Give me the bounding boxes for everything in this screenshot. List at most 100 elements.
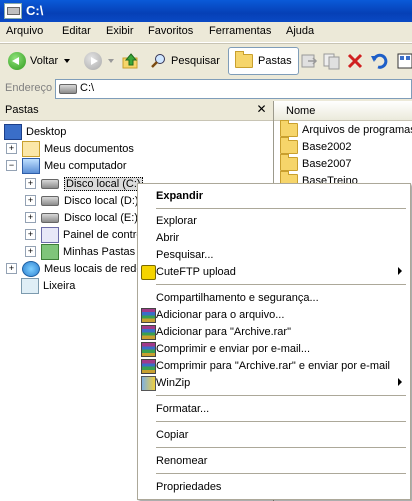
- folders-button[interactable]: Pastas: [228, 47, 299, 75]
- tree-label: Desktop: [26, 125, 67, 138]
- menu-editar[interactable]: Editar: [62, 25, 91, 37]
- tree-item-drive-d[interactable]: + Disco local (D:): [25, 192, 139, 209]
- menu-item-label: Adicionar para o arquivo...: [156, 308, 285, 321]
- close-pane-icon[interactable]: ✕: [255, 103, 268, 116]
- search-button[interactable]: Pesquisar: [151, 48, 220, 74]
- drive-icon: [41, 195, 59, 206]
- search-label: Pesquisar: [171, 55, 220, 67]
- menu-item-winzip[interactable]: WinZip: [138, 374, 410, 391]
- menu-ajuda[interactable]: Ajuda: [286, 25, 314, 37]
- collapse-icon[interactable]: −: [6, 160, 17, 171]
- folders-pane-header: Pastas ✕: [0, 101, 273, 121]
- tree-item-my-computer[interactable]: − Meu computador: [6, 157, 127, 174]
- menu-item-label: Pesquisar...: [156, 248, 214, 261]
- undo-button[interactable]: [370, 48, 388, 74]
- documents-icon: [22, 140, 40, 157]
- winrar-icon: [141, 359, 156, 374]
- menu-item-sharing-security[interactable]: Compartilhamento e segurança...: [138, 289, 410, 306]
- menu-item-label: CuteFTP upload: [156, 265, 236, 278]
- tree-item-control-panel[interactable]: + Painel de contro: [25, 226, 143, 243]
- menu-item-rename[interactable]: Renomear: [138, 452, 410, 469]
- expand-icon[interactable]: +: [6, 143, 17, 154]
- folders-pane-title: Pastas: [5, 104, 39, 116]
- window-title: C:\: [26, 3, 44, 18]
- network-icon: [22, 260, 40, 277]
- menu-item-label: Renomear: [156, 454, 208, 467]
- back-dropdown-icon[interactable]: [64, 59, 71, 63]
- drive-window-icon: [4, 3, 22, 19]
- tree-label: Minhas Pastas c: [63, 245, 144, 258]
- menu-item-explore[interactable]: Explorar: [138, 212, 410, 229]
- file-row[interactable]: Base2007: [280, 154, 352, 172]
- file-row[interactable]: Arquivos de programas: [280, 120, 412, 138]
- menu-item-open[interactable]: Abrir: [138, 229, 410, 246]
- tree-item-my-documents[interactable]: + Meus documentos: [6, 140, 134, 157]
- folder-icon: [280, 154, 298, 171]
- computer-icon: [22, 157, 40, 174]
- menu-item-properties[interactable]: Propriedades: [138, 478, 410, 495]
- menu-bar: Arquivo Editar Exibir Favoritos Ferramen…: [0, 22, 412, 43]
- up-folder-button[interactable]: [122, 48, 140, 74]
- move-to-icon: [301, 54, 318, 68]
- menu-item-add-to-archive-rar[interactable]: Adicionar para "Archive.rar": [138, 323, 410, 340]
- expand-icon[interactable]: +: [6, 263, 17, 274]
- expand-icon[interactable]: +: [25, 246, 36, 257]
- menu-favoritos[interactable]: Favoritos: [148, 25, 193, 37]
- tree-label: Painel de contro: [63, 228, 143, 241]
- tree-item-network-places[interactable]: + Meus locais de rede: [6, 260, 142, 277]
- forward-dropdown-icon[interactable]: [108, 59, 114, 63]
- submenu-arrow-icon: [398, 378, 402, 386]
- back-label: Voltar: [30, 55, 59, 67]
- address-label: Endereço: [5, 82, 53, 94]
- up-folder-icon: [122, 53, 138, 69]
- forward-button[interactable]: [84, 48, 114, 74]
- column-label: Nome: [286, 105, 316, 117]
- menu-item-format[interactable]: Formatar...: [138, 400, 410, 417]
- tree-label: Disco local (D:): [64, 194, 139, 207]
- menu-item-add-to-archive[interactable]: Adicionar para o arquivo...: [138, 306, 410, 323]
- expand-icon[interactable]: +: [25, 195, 36, 206]
- tree-item-drive-c[interactable]: + Disco local (C:): [25, 175, 143, 192]
- expand-icon[interactable]: +: [25, 178, 36, 189]
- expand-icon[interactable]: +: [25, 212, 36, 223]
- tree-label: Meus locais de rede: [44, 262, 143, 275]
- menu-item-search[interactable]: Pesquisar...: [138, 246, 410, 263]
- menu-arquivo[interactable]: Arquivo: [6, 25, 43, 37]
- tree-item-desktop[interactable]: Desktop: [4, 123, 66, 140]
- tree-item-drive-e[interactable]: + Disco local (E:): [25, 209, 138, 226]
- menu-exibir[interactable]: Exibir: [106, 25, 134, 37]
- context-menu: Expandir Explorar Abrir Pesquisar... Cut…: [137, 183, 411, 500]
- menu-item-label: Explorar: [156, 214, 197, 227]
- menu-item-compress-rar-email[interactable]: Comprimir para "Archive.rar" e enviar po…: [138, 357, 410, 374]
- winrar-icon: [141, 308, 156, 323]
- tree-item-recycle-bin[interactable]: Lixeira: [21, 277, 75, 294]
- menu-item-label: Abrir: [156, 231, 180, 244]
- control-panel-icon: [41, 226, 59, 243]
- menu-item-expand[interactable]: Expandir: [138, 187, 410, 204]
- menu-item-copy[interactable]: Copiar: [138, 426, 410, 443]
- copy-to-button[interactable]: [323, 48, 341, 74]
- expand-icon[interactable]: +: [25, 229, 36, 240]
- submenu-arrow-icon: [398, 267, 402, 275]
- tree-item-shared-folders[interactable]: + Minhas Pastas c: [25, 243, 144, 260]
- title-bar: C:\: [0, 0, 412, 22]
- menu-separator: [156, 421, 406, 422]
- file-name: Base2007: [302, 158, 352, 170]
- drive-icon: [41, 178, 59, 189]
- back-button[interactable]: Voltar: [8, 48, 71, 74]
- drive-icon: [59, 84, 77, 94]
- winzip-icon: [141, 376, 156, 391]
- delete-button[interactable]: [347, 48, 363, 74]
- menu-item-compress-email[interactable]: Comprimir e enviar por e-mail...: [138, 340, 410, 357]
- address-input[interactable]: C:\: [55, 79, 412, 99]
- move-to-button[interactable]: [300, 48, 318, 74]
- tree-label: Disco local (E:): [64, 211, 138, 224]
- views-button[interactable]: [397, 48, 412, 74]
- file-row[interactable]: Base2002: [280, 137, 352, 155]
- menu-ferramentas[interactable]: Ferramentas: [209, 25, 271, 37]
- menu-item-cuteftp-upload[interactable]: CuteFTP upload: [138, 263, 410, 280]
- tree-label: Lixeira: [43, 279, 76, 292]
- folder-icon: [280, 120, 298, 137]
- menu-separator: [156, 208, 406, 209]
- name-column-header[interactable]: Nome: [274, 101, 412, 121]
